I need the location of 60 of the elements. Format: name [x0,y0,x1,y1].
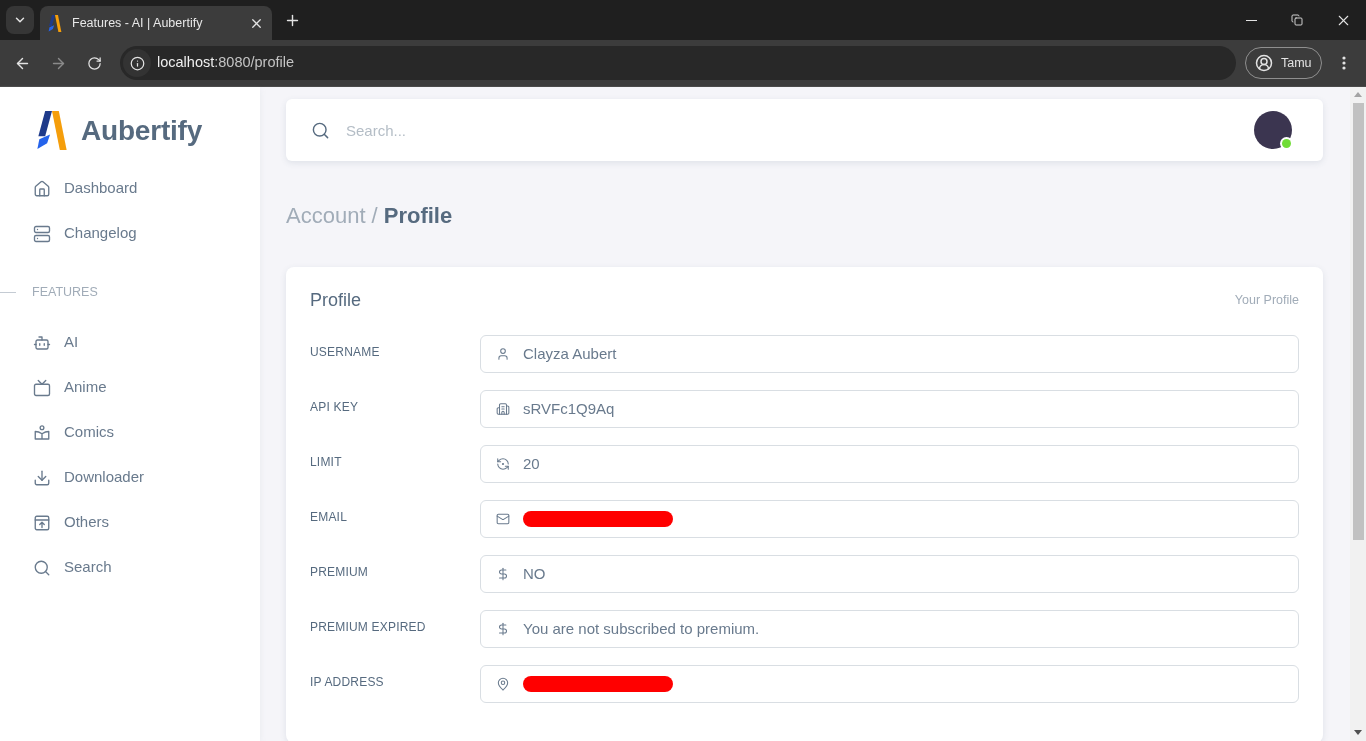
user-circle-icon [1255,54,1273,72]
brand-name[interactable]: Aubertify [81,113,203,148]
tv-icon [33,378,51,397]
user-icon [496,347,510,361]
field-label: PREMIUM EXPIRED [310,620,426,634]
download-icon [33,468,51,487]
browser-tab[interactable]: Features - AI | Aubertify [40,6,272,40]
text-field[interactable]: NO [480,555,1299,593]
map-pin-icon [496,677,510,691]
scroll-up-arrow-icon[interactable] [1354,92,1362,97]
address-bar[interactable]: localhost:8080/profile [120,46,1236,80]
field-label: API KEY [310,400,359,414]
server-icon [33,224,51,243]
field-label: LIMIT [310,455,342,469]
nav-item[interactable]: Search [0,545,260,590]
text-field[interactable]: sRVFc1Q9Aq [480,390,1299,428]
search-field[interactable]: Search... [346,115,1254,145]
mail-icon [496,512,510,526]
dollar-icon [496,567,510,581]
minimize-icon [1245,19,1257,21]
logo-icon [37,111,67,150]
text-field[interactable]: Clayza Aubert [480,335,1299,373]
menu-icon [1342,56,1346,70]
nav-item[interactable]: Anime [0,365,260,410]
nav-item[interactable]: AI [0,320,260,365]
robot-icon [33,333,51,352]
logo-icon [48,14,62,32]
scrollbar-thumb[interactable] [1352,103,1364,540]
field-label: PREMIUM [310,565,369,579]
search-icon [33,558,51,577]
restore-icon [1291,14,1303,26]
card-subtitle: Your Profile [1234,291,1299,309]
text-field[interactable]: You are not subscribed to premium. [480,610,1299,648]
avatar-placeholder[interactable] [1254,111,1292,149]
tab-search-button[interactable] [6,6,34,34]
nav-item[interactable]: Others [0,500,260,545]
section-heading: FEATURES [32,284,98,300]
text-field[interactable] [480,665,1299,703]
scroll-down-arrow-icon[interactable] [1354,730,1362,735]
book-reader-icon [33,423,51,442]
search-icon [311,120,330,140]
field-label: USERNAME [310,345,380,359]
dollar-icon [496,622,510,636]
nav-item[interactable]: Dashboard [0,166,260,211]
nav-item[interactable]: Downloader [0,455,260,500]
scrollbar[interactable] [1350,87,1366,741]
building-icon [496,402,510,416]
page-title: Profile [383,201,453,230]
refresh-dot-icon [496,457,510,471]
house-icon [33,179,51,198]
text-field[interactable] [480,500,1299,538]
field-label: IP ADDRESS [310,675,384,689]
site-info-icon[interactable] [123,49,151,77]
nav-item[interactable]: Comics [0,410,260,455]
field-label: EMAIL [310,510,347,524]
nav-item[interactable]: Changelog [0,211,260,256]
reload-icon [86,55,102,71]
card-title: Profile [310,288,362,312]
text-field[interactable]: 20 [480,445,1299,483]
search-bar[interactable]: Search... [286,99,1323,161]
